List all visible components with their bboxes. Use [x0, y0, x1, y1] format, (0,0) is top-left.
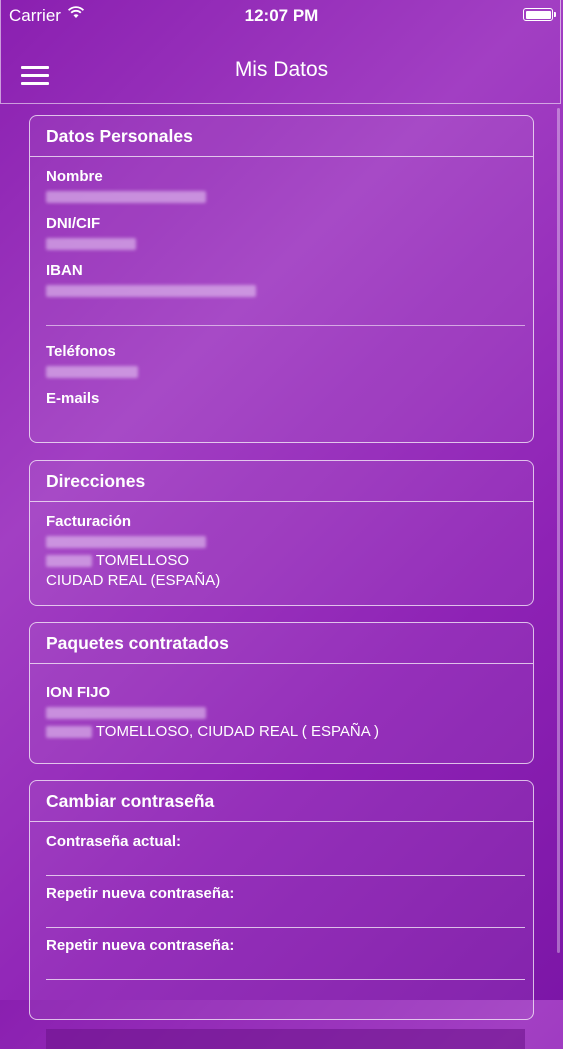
scrollbar[interactable]: [557, 108, 560, 953]
street-value-redacted: [46, 536, 206, 548]
dni-label: DNI/CIF: [46, 215, 101, 232]
new-password-input[interactable]: [46, 903, 525, 928]
submit-password-button[interactable]: [46, 1029, 525, 1049]
packages-title: Paquetes contratados: [46, 633, 229, 653]
nombre-value-redacted: [46, 191, 206, 203]
packages-header: Paquetes contratados: [30, 623, 533, 664]
package-postal-redacted: [46, 726, 92, 739]
current-password-input[interactable]: [46, 851, 525, 876]
page-title: Mis Datos: [234, 58, 329, 81]
personal-data-card: Datos Personales Nombre DNI/CIF IBAN Tel…: [29, 115, 534, 443]
addresses-card: Direcciones Facturación TOMELLOSO CIUDAD…: [29, 460, 534, 606]
address-city: TOMELLOSO: [95, 552, 189, 569]
nombre-label: Nombre: [46, 168, 103, 185]
personal-data-header: Datos Personales: [30, 116, 533, 157]
nav-bar: Mis Datos: [0, 0, 561, 104]
addresses-header: Direcciones: [30, 461, 533, 502]
package-address-line: TOMELLOSO, CIUDAD REAL ( ESPAÑA ): [46, 723, 379, 740]
personal-data-title: Datos Personales: [46, 126, 193, 146]
current-password-label: Contraseña actual:: [46, 833, 182, 850]
repeat-password-input[interactable]: [46, 955, 525, 980]
iban-value-redacted: [46, 285, 256, 297]
repeat-password-label: Repetir nueva contraseña:: [46, 937, 235, 954]
address-region: CIUDAD REAL (ESPAÑA): [46, 572, 221, 589]
facturacion-label: Facturación: [46, 513, 132, 530]
address-city-line: TOMELLOSO: [46, 552, 189, 569]
change-password-header: Cambiar contraseña: [30, 781, 533, 822]
dni-value-redacted: [46, 238, 136, 250]
addresses-title: Direcciones: [46, 471, 146, 491]
new-password-label: Repetir nueva contraseña:: [46, 885, 235, 902]
packages-card: Paquetes contratados ION FIJO TOMELLOSO,…: [29, 622, 534, 764]
iban-label: IBAN: [46, 262, 83, 279]
emails-label: E-mails: [46, 390, 100, 407]
telefono-value-redacted: [46, 366, 138, 378]
section-divider: [46, 325, 525, 326]
change-password-card: Cambiar contraseña Contraseña actual: Re…: [29, 780, 534, 1049]
telefonos-label: Teléfonos: [46, 343, 116, 360]
package-street-redacted: [46, 707, 206, 719]
change-password-title: Cambiar contraseña: [46, 791, 215, 811]
package-address: TOMELLOSO, CIUDAD REAL ( ESPAÑA ): [95, 723, 380, 740]
package-name: ION FIJO: [46, 684, 111, 701]
postal-code-redacted: [46, 555, 92, 568]
